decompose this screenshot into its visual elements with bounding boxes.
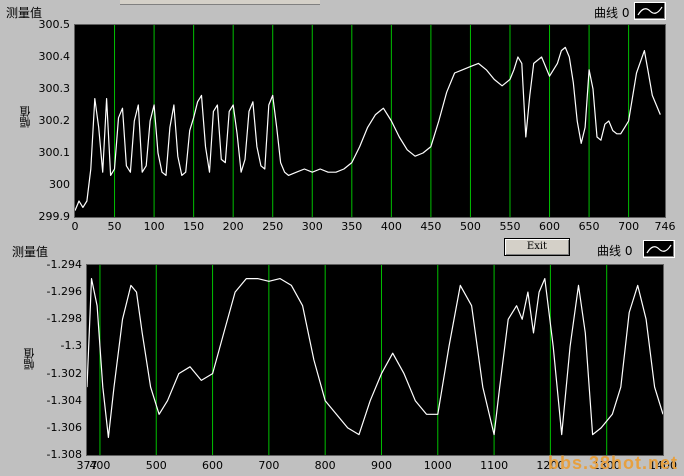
curve-swatch-icon	[637, 6, 663, 16]
bottom-y-tick-label: -1.3	[60, 339, 82, 353]
bottom-y-tick-label: -1.306	[46, 420, 82, 434]
top-series-line	[74, 46, 661, 211]
top-x-tick-label: 700	[618, 220, 640, 233]
bottom-y-tick-label: -1.302	[46, 366, 82, 380]
bottom-x-tick-label: 800	[314, 459, 336, 472]
bottom-y-tick-label: -1.298	[46, 312, 82, 326]
top-y-tick-label: 300	[49, 178, 70, 191]
top-x-tick-label: 150	[183, 220, 205, 233]
top-y-ticks: 300.5 300.4 300.3 300.2 300.1 300 299.9	[0, 18, 74, 224]
top-x-tick-label: 550	[499, 220, 521, 233]
exit-button[interactable]: Exit	[504, 238, 570, 256]
top-plot-svg	[74, 25, 661, 217]
bottom-legend-swatch[interactable]	[643, 240, 675, 258]
bottom-plot-area[interactable]	[86, 264, 664, 456]
top-x-tick-label: 500	[459, 220, 481, 233]
top-y-tick-label: 300.2	[38, 114, 71, 127]
top-x-ticks: 0 50 100 150 200 250 300 350 400 450 500 550 600 650 7…	[0, 220, 684, 236]
top-y-tick-label: 300.1	[38, 146, 71, 159]
top-x-tick-label: 400	[380, 220, 402, 233]
top-x-tick-label: 650	[578, 220, 600, 233]
bottom-x-tick-label: 500	[145, 459, 167, 472]
top-x-tick-label: 300	[301, 220, 323, 233]
bottom-y-tick-label: -1.296	[46, 285, 82, 299]
top-x-tick-label: 746	[654, 220, 676, 233]
top-x-tick-label: 50	[107, 220, 122, 233]
top-y-tick-label: 300.4	[38, 50, 71, 63]
top-y-tick-label: 300.3	[38, 82, 71, 95]
bottom-plot-svg	[86, 265, 664, 455]
watermark: bbs.38hot.net	[547, 453, 678, 473]
toolbar-strip	[120, 0, 320, 5]
bottom-x-tick-label: 900	[370, 459, 392, 472]
top-x-tick-label: 0	[71, 220, 79, 233]
bottom-legend-label: 曲线 0	[597, 244, 633, 258]
bottom-x-tick-label: 600	[202, 459, 224, 472]
bottom-y-ticks: -1.294 -1.296 -1.298 -1.3 -1.302 -1.304 -1.306…	[0, 258, 86, 462]
bottom-y-tick-label: -1.294	[46, 258, 82, 271]
top-x-tick-label: 600	[539, 220, 561, 233]
top-x-tick-label: 250	[262, 220, 284, 233]
bottom-x-tick-label: 400	[89, 459, 111, 472]
top-plot-area[interactable]	[74, 24, 666, 218]
top-x-tick-label: 200	[222, 220, 244, 233]
top-x-tick-label: 350	[341, 220, 363, 233]
bottom-series-line	[86, 278, 664, 438]
bottom-x-tick-label: 700	[258, 459, 280, 472]
top-chart-title: 测量值	[6, 6, 43, 20]
bottom-x-tick-label: 1100	[480, 459, 509, 472]
bottom-y-tick-label: -1.304	[46, 393, 82, 407]
bottom-chart-title: 测量值	[12, 245, 49, 259]
top-legend-label: 曲线 0	[594, 6, 630, 20]
top-x-tick-label: 450	[420, 220, 442, 233]
curve-swatch-icon	[646, 244, 672, 254]
top-x-tick-label: 100	[143, 220, 165, 233]
top-y-tick-label: 300.5	[38, 18, 71, 31]
bottom-x-tick-label: 1000	[423, 459, 452, 472]
top-legend-swatch[interactable]	[634, 2, 666, 20]
